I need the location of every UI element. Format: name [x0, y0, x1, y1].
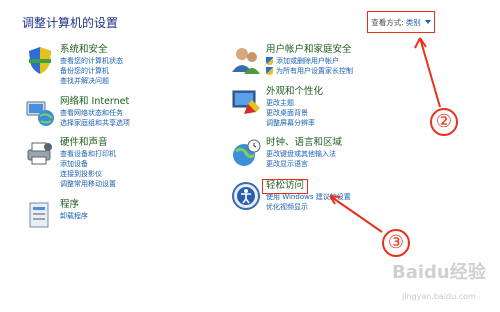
- watermark-url: jingyan.baidu.com: [402, 292, 476, 301]
- annotation-step-3: ③: [382, 229, 410, 257]
- annotation-step-2: ②: [430, 108, 458, 136]
